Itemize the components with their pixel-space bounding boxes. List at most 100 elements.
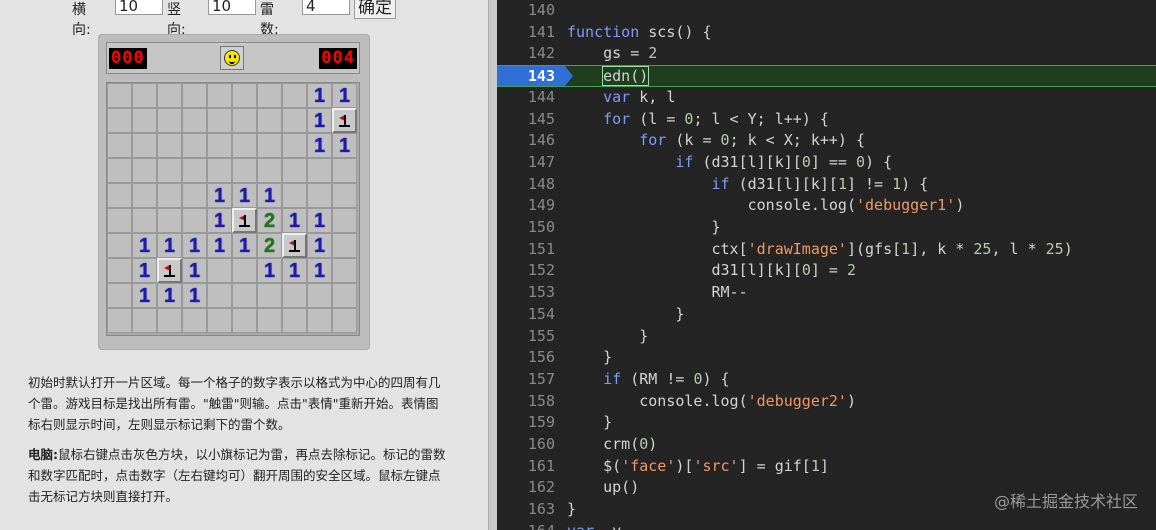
grid-cell[interactable] (332, 283, 357, 308)
number-cell[interactable]: 1 (232, 233, 257, 258)
line-number[interactable]: 157 (497, 369, 555, 391)
line-number[interactable]: 160 (497, 434, 555, 456)
grid-cell[interactable] (107, 258, 132, 283)
grid-cell[interactable] (107, 108, 132, 133)
grid-cell[interactable] (207, 158, 232, 183)
grid-cell[interactable] (307, 308, 332, 333)
grid-cell[interactable] (207, 83, 232, 108)
grid-cell[interactable] (182, 108, 207, 133)
grid-cell[interactable] (332, 158, 357, 183)
grid-cell[interactable] (182, 133, 207, 158)
number-cell[interactable]: 1 (132, 258, 157, 283)
number-cell[interactable]: 1 (282, 208, 307, 233)
grid-cell[interactable] (157, 208, 182, 233)
grid-cell[interactable] (182, 83, 207, 108)
grid-cell[interactable] (282, 308, 307, 333)
pane-splitter[interactable] (488, 0, 497, 530)
number-cell[interactable]: 1 (307, 208, 332, 233)
grid-cell[interactable] (307, 283, 332, 308)
grid-cell[interactable] (107, 133, 132, 158)
grid-cell[interactable] (332, 233, 357, 258)
grid-cell[interactable] (282, 108, 307, 133)
number-cell[interactable]: 1 (157, 233, 182, 258)
grid-cell[interactable] (157, 308, 182, 333)
grid-cell[interactable] (232, 133, 257, 158)
line-number[interactable]: 155 (497, 326, 555, 348)
grid-cell[interactable] (182, 158, 207, 183)
number-cell[interactable]: 1 (307, 83, 332, 108)
grid-cell[interactable] (257, 133, 282, 158)
grid-cell[interactable] (107, 308, 132, 333)
grid-cell[interactable] (257, 308, 282, 333)
height-input[interactable]: 10 (208, 0, 256, 15)
grid-cell[interactable] (282, 283, 307, 308)
grid-cell[interactable] (257, 108, 282, 133)
flagged-cell[interactable] (157, 258, 182, 283)
grid-cell[interactable] (282, 158, 307, 183)
grid-cell[interactable] (132, 108, 157, 133)
number-cell[interactable]: 2 (257, 233, 282, 258)
number-cell[interactable]: 1 (182, 283, 207, 308)
grid-cell[interactable] (207, 133, 232, 158)
number-cell[interactable]: 1 (157, 283, 182, 308)
line-number[interactable]: 145 (497, 109, 555, 131)
grid-cell[interactable] (307, 183, 332, 208)
line-number[interactable]: 152 (497, 260, 555, 282)
number-cell[interactable]: 1 (307, 258, 332, 283)
line-number[interactable]: 162 (497, 477, 555, 499)
number-cell[interactable]: 1 (282, 258, 307, 283)
grid-cell[interactable] (207, 283, 232, 308)
line-number[interactable]: 149 (497, 195, 555, 217)
line-number[interactable]: 143 (497, 66, 555, 88)
mines-input[interactable]: 4 (302, 0, 350, 15)
grid-cell[interactable] (182, 208, 207, 233)
line-number[interactable]: 164 (497, 521, 555, 530)
line-number[interactable]: 146 (497, 130, 555, 152)
confirm-button[interactable]: 确定 (354, 0, 396, 19)
number-cell[interactable]: 1 (207, 183, 232, 208)
grid-cell[interactable] (132, 208, 157, 233)
grid-cell[interactable] (257, 283, 282, 308)
line-number[interactable]: 142 (497, 43, 555, 65)
number-cell[interactable]: 1 (182, 258, 207, 283)
number-cell[interactable]: 1 (182, 233, 207, 258)
line-number[interactable]: 140 (497, 0, 555, 22)
line-number[interactable]: 161 (497, 456, 555, 478)
face-button[interactable] (220, 46, 244, 70)
grid-cell[interactable] (157, 133, 182, 158)
number-cell[interactable]: 1 (307, 233, 332, 258)
number-cell[interactable]: 1 (132, 233, 157, 258)
number-cell[interactable]: 1 (307, 108, 332, 133)
line-number[interactable]: 154 (497, 304, 555, 326)
line-number[interactable]: 153 (497, 282, 555, 304)
number-cell[interactable]: 1 (207, 208, 232, 233)
grid-cell[interactable] (107, 83, 132, 108)
line-number[interactable]: 150 (497, 217, 555, 239)
grid-cell[interactable] (257, 158, 282, 183)
number-cell[interactable]: 1 (332, 83, 357, 108)
line-number[interactable]: 158 (497, 391, 555, 413)
grid-cell[interactable] (257, 83, 282, 108)
flagged-cell[interactable] (282, 233, 307, 258)
number-cell[interactable]: 1 (332, 133, 357, 158)
grid-cell[interactable] (157, 183, 182, 208)
line-number[interactable]: 141 (497, 22, 555, 44)
grid-cell[interactable] (132, 308, 157, 333)
grid-cell[interactable] (157, 158, 182, 183)
code-editor[interactable]: 140 141 function scs() {142 gs = 2 143 edn(… (497, 0, 1156, 530)
grid-cell[interactable] (207, 308, 232, 333)
grid-cell[interactable] (232, 258, 257, 283)
number-cell[interactable]: 1 (257, 183, 282, 208)
grid-cell[interactable] (232, 283, 257, 308)
grid-cell[interactable] (232, 308, 257, 333)
flagged-cell[interactable] (332, 108, 357, 133)
number-cell[interactable]: 1 (307, 133, 332, 158)
number-cell[interactable]: 1 (207, 233, 232, 258)
grid-cell[interactable] (232, 83, 257, 108)
flagged-cell[interactable] (232, 208, 257, 233)
grid-cell[interactable] (182, 183, 207, 208)
grid-cell[interactable] (132, 83, 157, 108)
grid-cell[interactable] (332, 308, 357, 333)
grid-cell[interactable] (107, 183, 132, 208)
number-cell[interactable]: 1 (132, 283, 157, 308)
